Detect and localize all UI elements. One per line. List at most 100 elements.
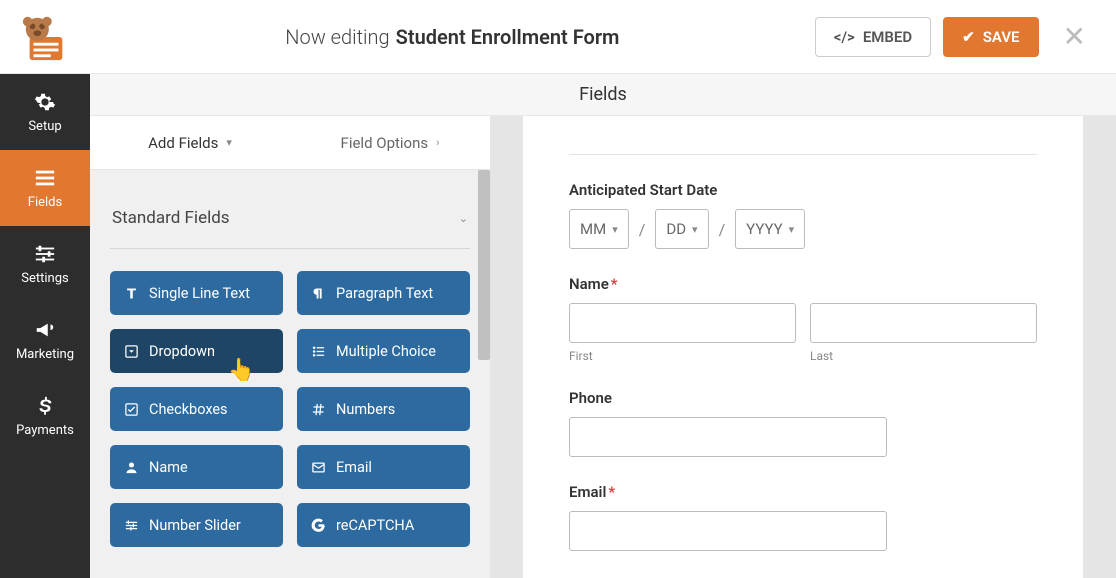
field-email[interactable]: Email: [297, 445, 470, 489]
bullhorn-icon: [34, 319, 56, 341]
field-name[interactable]: Name: [110, 445, 283, 489]
label-text: Name: [569, 275, 609, 293]
chevron-down-icon: ▾: [789, 223, 795, 236]
email-input[interactable]: [569, 511, 887, 551]
chevron-down-icon: ⌄: [459, 212, 468, 225]
check-icon: ✔: [962, 28, 975, 46]
phone-input[interactable]: [569, 417, 887, 457]
standard-fields-toggle[interactable]: Standard Fields ⌄: [110, 190, 470, 249]
field-single-line-text[interactable]: Single Line Text: [110, 271, 283, 315]
nav-item-fields[interactable]: Fields: [0, 150, 90, 226]
name-label: Name*: [569, 275, 1037, 293]
split-panels: Add Fields ▾ Field Options › Standard Fi…: [90, 116, 1116, 578]
field-label: Checkboxes: [149, 401, 228, 418]
list-icon: [34, 167, 56, 189]
field-label: Email: [336, 459, 372, 476]
divider: [569, 154, 1037, 155]
code-icon: </>: [834, 28, 855, 46]
top-bar: Now editing Student Enrollment Form </> …: [0, 0, 1116, 74]
field-label: Paragraph Text: [336, 285, 433, 302]
first-name-col: First: [569, 303, 796, 363]
first-sublabel: First: [569, 349, 796, 363]
select-value: YYYY: [746, 220, 782, 238]
field-number-slider[interactable]: Number Slider: [110, 503, 283, 547]
chevron-down-icon: ▾: [226, 136, 232, 149]
section-title: Standard Fields: [112, 208, 230, 228]
app-logo: [0, 12, 90, 62]
sliders-icon: [34, 243, 56, 265]
nav-item-setup[interactable]: Setup: [0, 74, 90, 150]
nav-item-payments[interactable]: Payments: [0, 378, 90, 454]
field-label: Dropdown: [149, 343, 215, 360]
left-nav: Setup Fields Settings Marketing Payments: [0, 74, 90, 578]
tab-label: Add Fields: [148, 134, 218, 152]
page-title: Now editing Student Enrollment Form: [90, 25, 815, 49]
field-label: Multiple Choice: [336, 343, 436, 360]
field-checkboxes[interactable]: Checkboxes: [110, 387, 283, 431]
first-name-input[interactable]: [569, 303, 796, 343]
save-label: SAVE: [983, 28, 1020, 46]
sliders-icon: [124, 518, 139, 533]
list-ul-icon: [311, 344, 326, 359]
chevron-right-icon: ›: [436, 136, 439, 149]
nav-label: Fields: [28, 195, 62, 210]
last-sublabel: Last: [810, 349, 1037, 363]
panel-tabs: Add Fields ▾ Field Options ›: [90, 116, 490, 170]
phone-label: Phone: [569, 389, 1037, 407]
editing-prefix: Now editing: [285, 25, 389, 49]
envelope-icon: [311, 460, 326, 475]
wpforms-logo-icon: [16, 12, 74, 62]
field-recaptcha[interactable]: reCAPTCHA: [297, 503, 470, 547]
field-label: Numbers: [336, 401, 395, 418]
name-row: First Last: [569, 303, 1037, 363]
section-heading: Fields: [90, 74, 1116, 116]
field-multiple-choice[interactable]: Multiple Choice: [297, 329, 470, 373]
field-label: reCAPTCHA: [336, 517, 414, 534]
required-marker: *: [611, 275, 618, 293]
save-button[interactable]: ✔ SAVE: [943, 17, 1038, 57]
select-value: DD: [666, 220, 686, 238]
tab-label: Field Options: [341, 134, 429, 152]
date-separator: /: [639, 220, 646, 239]
dollar-icon: [34, 395, 56, 417]
form-canvas[interactable]: Anticipated Start Date MM▾ / DD▾ / YYYY▾…: [523, 116, 1083, 578]
close-button[interactable]: ✕: [1051, 20, 1098, 53]
field-label: Number Slider: [149, 517, 241, 534]
embed-button[interactable]: </> EMBED: [815, 17, 931, 57]
field-numbers[interactable]: Numbers: [297, 387, 470, 431]
field-label: Single Line Text: [149, 285, 250, 302]
field-grid: Single Line Text Paragraph Text Dropdown…: [110, 271, 470, 547]
nav-item-marketing[interactable]: Marketing: [0, 302, 90, 378]
text-icon: [124, 286, 139, 301]
field-label: Name: [149, 459, 188, 476]
nav-item-settings[interactable]: Settings: [0, 226, 90, 302]
caret-square-icon: [124, 344, 139, 359]
scrollbar[interactable]: [478, 170, 490, 360]
required-marker: *: [608, 483, 615, 501]
tab-add-fields[interactable]: Add Fields ▾: [90, 116, 290, 169]
paragraph-icon: [311, 286, 326, 301]
select-value: MM: [580, 220, 606, 238]
google-icon: [311, 518, 326, 533]
last-name-input[interactable]: [810, 303, 1037, 343]
cursor-pointer-icon: 👆: [228, 358, 255, 383]
start-date-label: Anticipated Start Date: [569, 181, 1037, 199]
field-dropdown[interactable]: Dropdown👆: [110, 329, 283, 373]
nav-label: Marketing: [16, 347, 74, 362]
nav-label: Payments: [16, 423, 74, 438]
tab-field-options[interactable]: Field Options ›: [290, 116, 490, 169]
day-select[interactable]: DD▾: [655, 209, 708, 249]
field-paragraph-text[interactable]: Paragraph Text: [297, 271, 470, 315]
section-heading-label: Fields: [579, 84, 627, 105]
nav-label: Settings: [21, 271, 68, 286]
email-label: Email*: [569, 483, 1037, 501]
user-icon: [124, 460, 139, 475]
check-square-icon: [124, 402, 139, 417]
year-select[interactable]: YYYY ▾: [735, 209, 805, 249]
preview-panel: Anticipated Start Date MM▾ / DD▾ / YYYY▾…: [490, 116, 1116, 578]
main-area: Setup Fields Settings Marketing Payments…: [0, 74, 1116, 578]
embed-label: EMBED: [863, 28, 912, 46]
gear-icon: [34, 91, 56, 113]
month-select[interactable]: MM▾: [569, 209, 629, 249]
top-actions: </> EMBED ✔ SAVE ✕: [815, 17, 1116, 57]
